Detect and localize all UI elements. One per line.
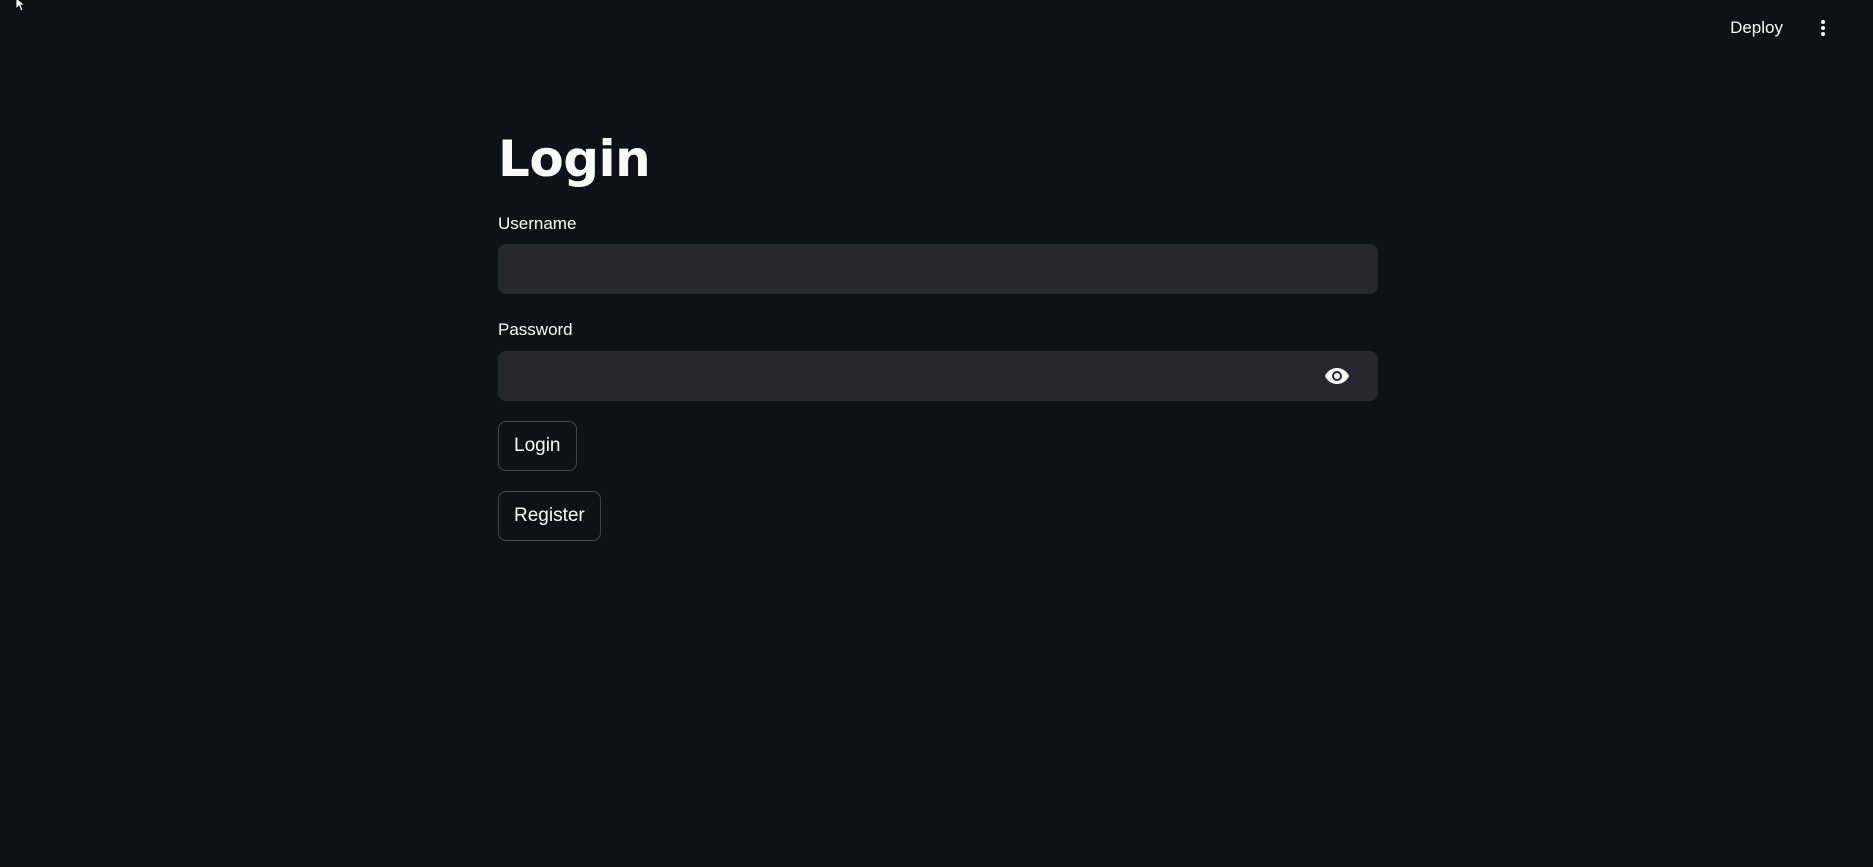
username-field	[498, 244, 1378, 295]
main-menu-button[interactable]	[1811, 14, 1835, 42]
login-form: Login Username Password Login Register	[498, 122, 1378, 561]
password-field	[498, 350, 1378, 401]
password-input[interactable]	[498, 350, 1378, 401]
top-toolbar: Deploy	[1720, 0, 1873, 56]
login-button-row: Login	[498, 420, 1378, 471]
username-input[interactable]	[498, 244, 1378, 295]
app-page: Deploy Login Username Password Login Reg…	[0, 0, 1873, 867]
password-group: Password	[498, 320, 1378, 401]
more-vertical-icon	[1821, 20, 1825, 36]
username-group: Username	[498, 214, 1378, 295]
register-button-row: Register	[498, 490, 1378, 541]
login-button[interactable]: Login	[498, 420, 577, 471]
show-password-toggle[interactable]	[1324, 364, 1350, 388]
mouse-cursor-icon	[16, 0, 27, 12]
page-title: Login	[498, 130, 651, 188]
password-label: Password	[498, 320, 573, 340]
eye-icon	[1325, 367, 1349, 384]
register-button[interactable]: Register	[498, 490, 601, 541]
username-label: Username	[498, 214, 577, 233]
deploy-button[interactable]: Deploy	[1720, 12, 1793, 44]
